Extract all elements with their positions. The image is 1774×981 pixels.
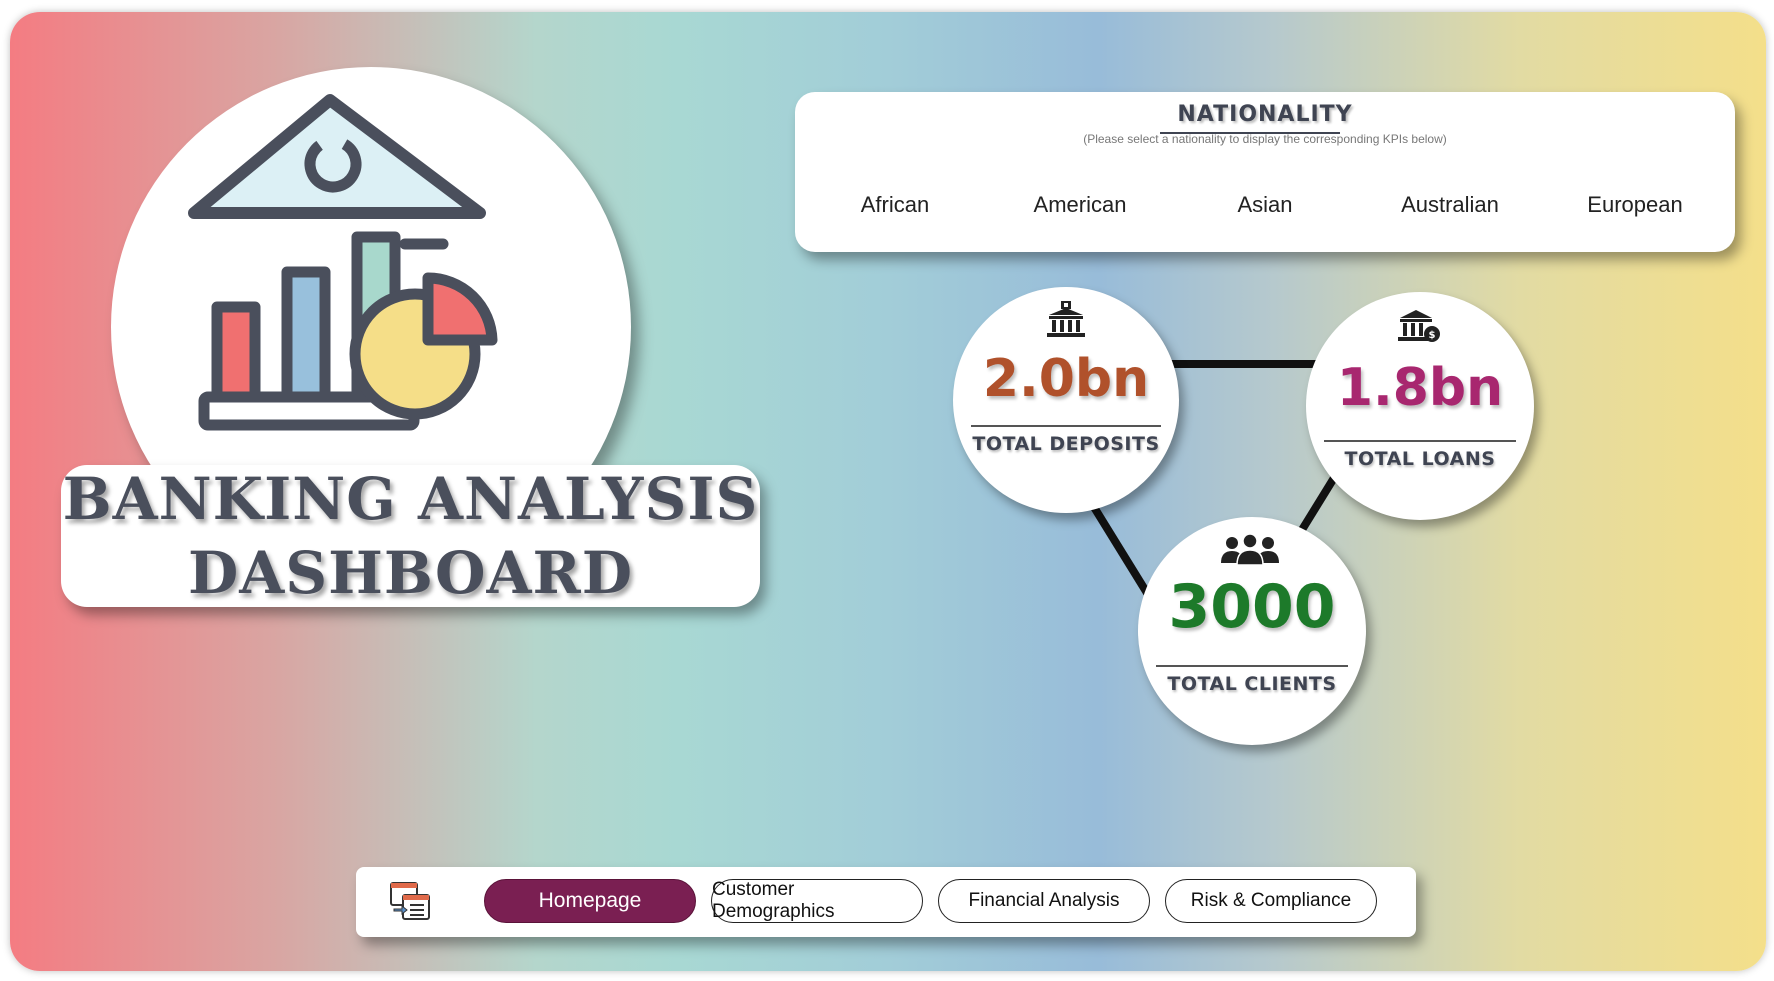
nationality-option-asian[interactable]: Asian (1185, 192, 1345, 218)
kpi-clients-value: 3000 (1168, 572, 1336, 642)
nav-button-customer-demographics[interactable]: Customer Demographics (711, 879, 923, 923)
nationality-option-american[interactable]: American (1000, 192, 1160, 218)
nationality-option-african[interactable]: African (815, 192, 975, 218)
nationality-options: African American Asian Australian Europe… (795, 192, 1735, 228)
kpi-deposits-value: 2.0bn (982, 349, 1150, 409)
bank-money-icon: $ (1398, 310, 1440, 342)
people-icon (1221, 533, 1279, 566)
kpi-loans-value: 1.8bn (1336, 358, 1504, 418)
kpi-total-loans: $ 1.8bn TOTAL LOANS (1306, 292, 1534, 520)
nav-button-homepage[interactable]: Homepage (484, 879, 696, 923)
bank-analytics-icon (188, 94, 498, 431)
kpi-loans-rule (1324, 440, 1516, 442)
svg-text:$: $ (1429, 330, 1436, 341)
nationality-option-european[interactable]: European (1555, 192, 1715, 218)
kpi-total-deposits: 2.0bn TOTAL DEPOSITS (953, 287, 1179, 513)
bank-icon (1047, 301, 1085, 337)
kpi-loans-label: TOTAL LOANS (1344, 448, 1496, 470)
nationality-option-australian[interactable]: Australian (1370, 192, 1530, 218)
kpi-clients-rule (1156, 665, 1348, 667)
kpi-total-clients: 3000 TOTAL CLIENTS (1138, 517, 1366, 745)
nationality-subtitle: (Please select a nationality to display … (1083, 132, 1447, 146)
kpi-deposits-rule (971, 425, 1161, 427)
dashboard-title-card: BANKING ANALYSIS DASHBOARD (61, 465, 760, 607)
page-navigator-icon[interactable] (388, 879, 432, 923)
nationality-slicer: NATIONALITY (Please select a nationality… (795, 92, 1735, 252)
nationality-title: NATIONALITY (1177, 102, 1353, 127)
dashboard-title-line1: BANKING ANALYSIS (62, 465, 759, 533)
kpi-clients-label: TOTAL CLIENTS (1167, 673, 1337, 695)
dashboard-canvas: BANKING ANALYSIS DASHBOARD NATIONALITY (… (10, 12, 1766, 971)
nav-button-risk-compliance[interactable]: Risk & Compliance (1165, 879, 1377, 923)
page-navigation-bar: Homepage Customer Demographics Financial… (356, 867, 1416, 937)
kpi-deposits-label: TOTAL DEPOSITS (972, 433, 1160, 455)
dashboard-title-line2: DASHBOARD (187, 539, 634, 607)
nav-button-financial-analysis[interactable]: Financial Analysis (938, 879, 1150, 923)
